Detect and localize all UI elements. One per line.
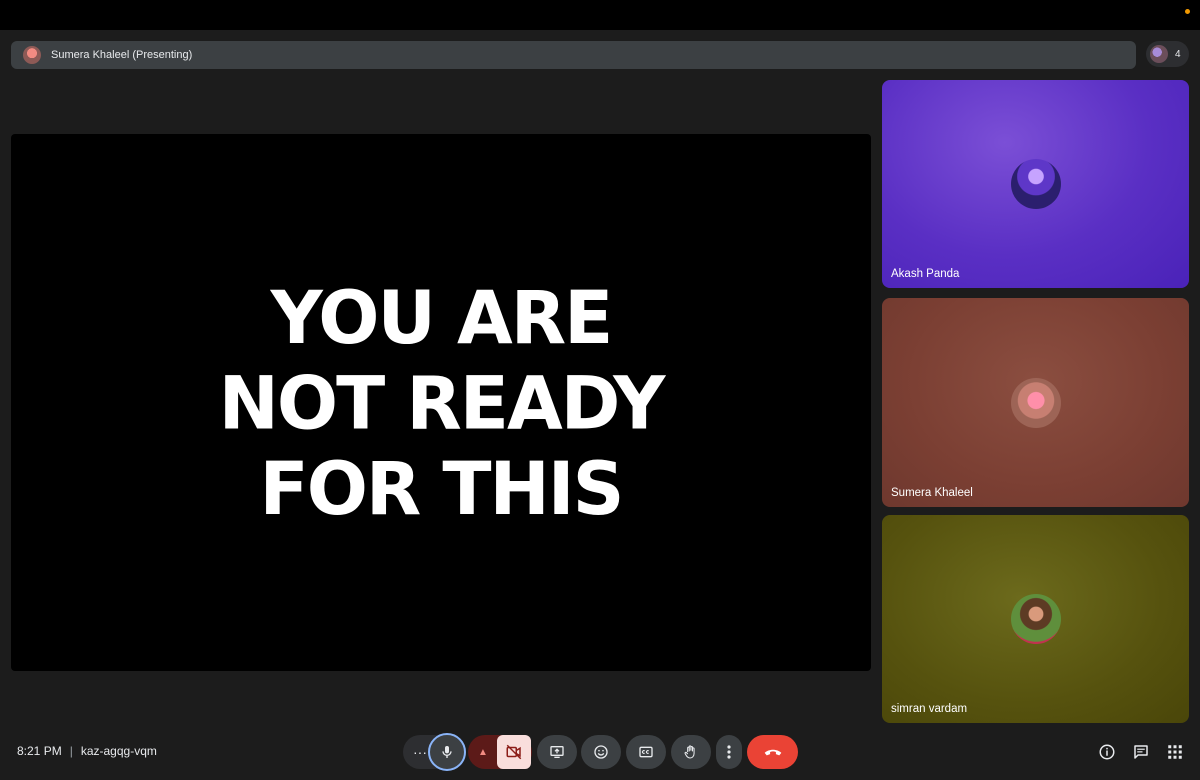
slide-line-3: FOR THIS — [259, 445, 625, 532]
reactions-button[interactable] — [581, 735, 621, 769]
chat-icon — [1134, 745, 1148, 759]
participants-avatar — [1150, 45, 1168, 63]
participant-tile-sumera[interactable]: Sumera Khaleel — [882, 298, 1189, 507]
presenter-bar[interactable]: Sumera Khaleel (Presenting) — [11, 41, 1136, 69]
right-toolbar — [1098, 743, 1184, 761]
meeting-separator: | — [69, 744, 73, 758]
meeting-time: 8:21 PM — [17, 744, 62, 758]
slide-text: YOU ARE NOT READY FOR THIS — [218, 273, 666, 532]
leave-call-button[interactable] — [747, 735, 798, 769]
participant-tile-simran[interactable]: simran vardam — [882, 515, 1189, 723]
participant-name: Akash Panda — [891, 268, 960, 280]
participant-name: simran vardam — [891, 703, 968, 715]
end-call-icon — [764, 749, 781, 756]
camera-off-icon — [506, 744, 522, 760]
more-actions-button[interactable] — [716, 735, 742, 769]
more-vert-icon — [727, 745, 731, 759]
ellipsis-icon: ··· — [413, 744, 427, 760]
participant-avatar — [1010, 159, 1061, 209]
meeting-code: kaz-agqg-vqm — [80, 744, 157, 758]
participant-tile-akash[interactable]: Akash Panda — [882, 80, 1189, 288]
participants-chip[interactable]: 4 — [1146, 41, 1189, 67]
participants-count: 4 — [1175, 48, 1181, 60]
present-screen-button[interactable] — [537, 735, 577, 769]
presenter-label: Sumera Khaleel (Presenting) — [51, 49, 193, 61]
camera-toggle-button[interactable] — [497, 735, 531, 769]
camera-control-group: ▲ — [468, 735, 532, 769]
raise-hand-button[interactable] — [671, 735, 711, 769]
meeting-details: 8:21 PM | kaz-agqg-vqm — [17, 744, 157, 758]
microphone-button[interactable] — [428, 733, 466, 771]
microphone-icon — [442, 746, 452, 758]
activities-button[interactable] — [1166, 743, 1184, 761]
recording-indicator-dot — [1185, 9, 1190, 14]
captions-button[interactable] — [626, 735, 666, 769]
present-screen-icon — [550, 746, 564, 758]
participant-avatar — [1010, 594, 1061, 644]
slide-line-1: YOU ARE — [270, 273, 614, 360]
participant-avatar — [1010, 377, 1061, 428]
top-status-strip — [0, 0, 1200, 30]
info-button[interactable] — [1098, 743, 1116, 761]
presenter-avatar — [23, 46, 41, 64]
slide-line-2: NOT READY — [218, 359, 666, 446]
raise-hand-icon — [684, 745, 695, 759]
chevron-up-icon[interactable]: ▲ — [468, 747, 498, 758]
chat-button[interactable] — [1132, 743, 1150, 761]
participant-name: Sumera Khaleel — [891, 487, 973, 499]
apps-grid-icon — [1168, 745, 1182, 759]
emoji-icon — [594, 745, 608, 759]
presentation-stage: YOU ARE NOT READY FOR THIS — [11, 134, 871, 671]
info-icon — [1099, 744, 1115, 760]
closed-captions-icon — [639, 746, 653, 758]
